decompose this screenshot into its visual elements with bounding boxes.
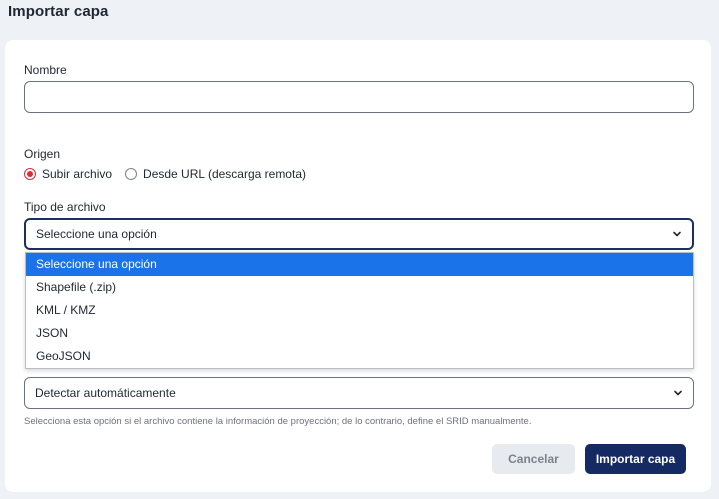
file-type-option[interactable]: GeoJSON	[26, 345, 693, 368]
radio-unchecked-icon	[125, 168, 138, 180]
import-layer-button[interactable]: Importar capa	[585, 444, 686, 474]
file-type-option[interactable]: JSON	[26, 322, 693, 345]
origin-radio-upload[interactable]: Subir archivo	[24, 167, 112, 181]
origin-radio-url-label: Desde URL (descarga remota)	[143, 167, 306, 181]
page-title: Importar capa	[8, 3, 109, 20]
projection-select-value: Detectar automáticamente	[35, 386, 176, 400]
import-layer-form: Nombre Origen Subir archivo Desde URL (d…	[5, 40, 711, 492]
file-type-option[interactable]: KML / KMZ	[26, 299, 693, 322]
cancel-button[interactable]: Cancelar	[492, 444, 575, 474]
projection-hint: Selecciona esta opción si el archivo con…	[24, 416, 532, 427]
origin-radio-url[interactable]: Desde URL (descarga remota)	[125, 167, 306, 181]
file-type-select[interactable]: Seleccione una opción	[24, 218, 694, 250]
origin-radio-group: Subir archivo Desde URL (descarga remota…	[24, 166, 319, 182]
file-type-select-value: Seleccione una opción	[36, 227, 157, 241]
name-label: Nombre	[24, 63, 67, 77]
chevron-down-icon	[674, 390, 682, 396]
origin-label: Origen	[24, 147, 61, 161]
name-input[interactable]	[24, 81, 694, 113]
radio-checked-icon	[24, 168, 36, 180]
projection-select[interactable]: Detectar automáticamente	[24, 377, 694, 409]
file-type-label: Tipo de archivo	[24, 200, 106, 214]
file-type-dropdown: Seleccione una opción Shapefile (.zip) K…	[25, 252, 694, 369]
file-type-option[interactable]: Shapefile (.zip)	[26, 276, 693, 299]
chevron-down-icon	[673, 231, 681, 237]
origin-radio-upload-label: Subir archivo	[42, 167, 113, 181]
page: Importar capa Nombre Origen Subir archiv…	[0, 0, 719, 499]
file-type-option[interactable]: Seleccione una opción	[26, 253, 693, 276]
